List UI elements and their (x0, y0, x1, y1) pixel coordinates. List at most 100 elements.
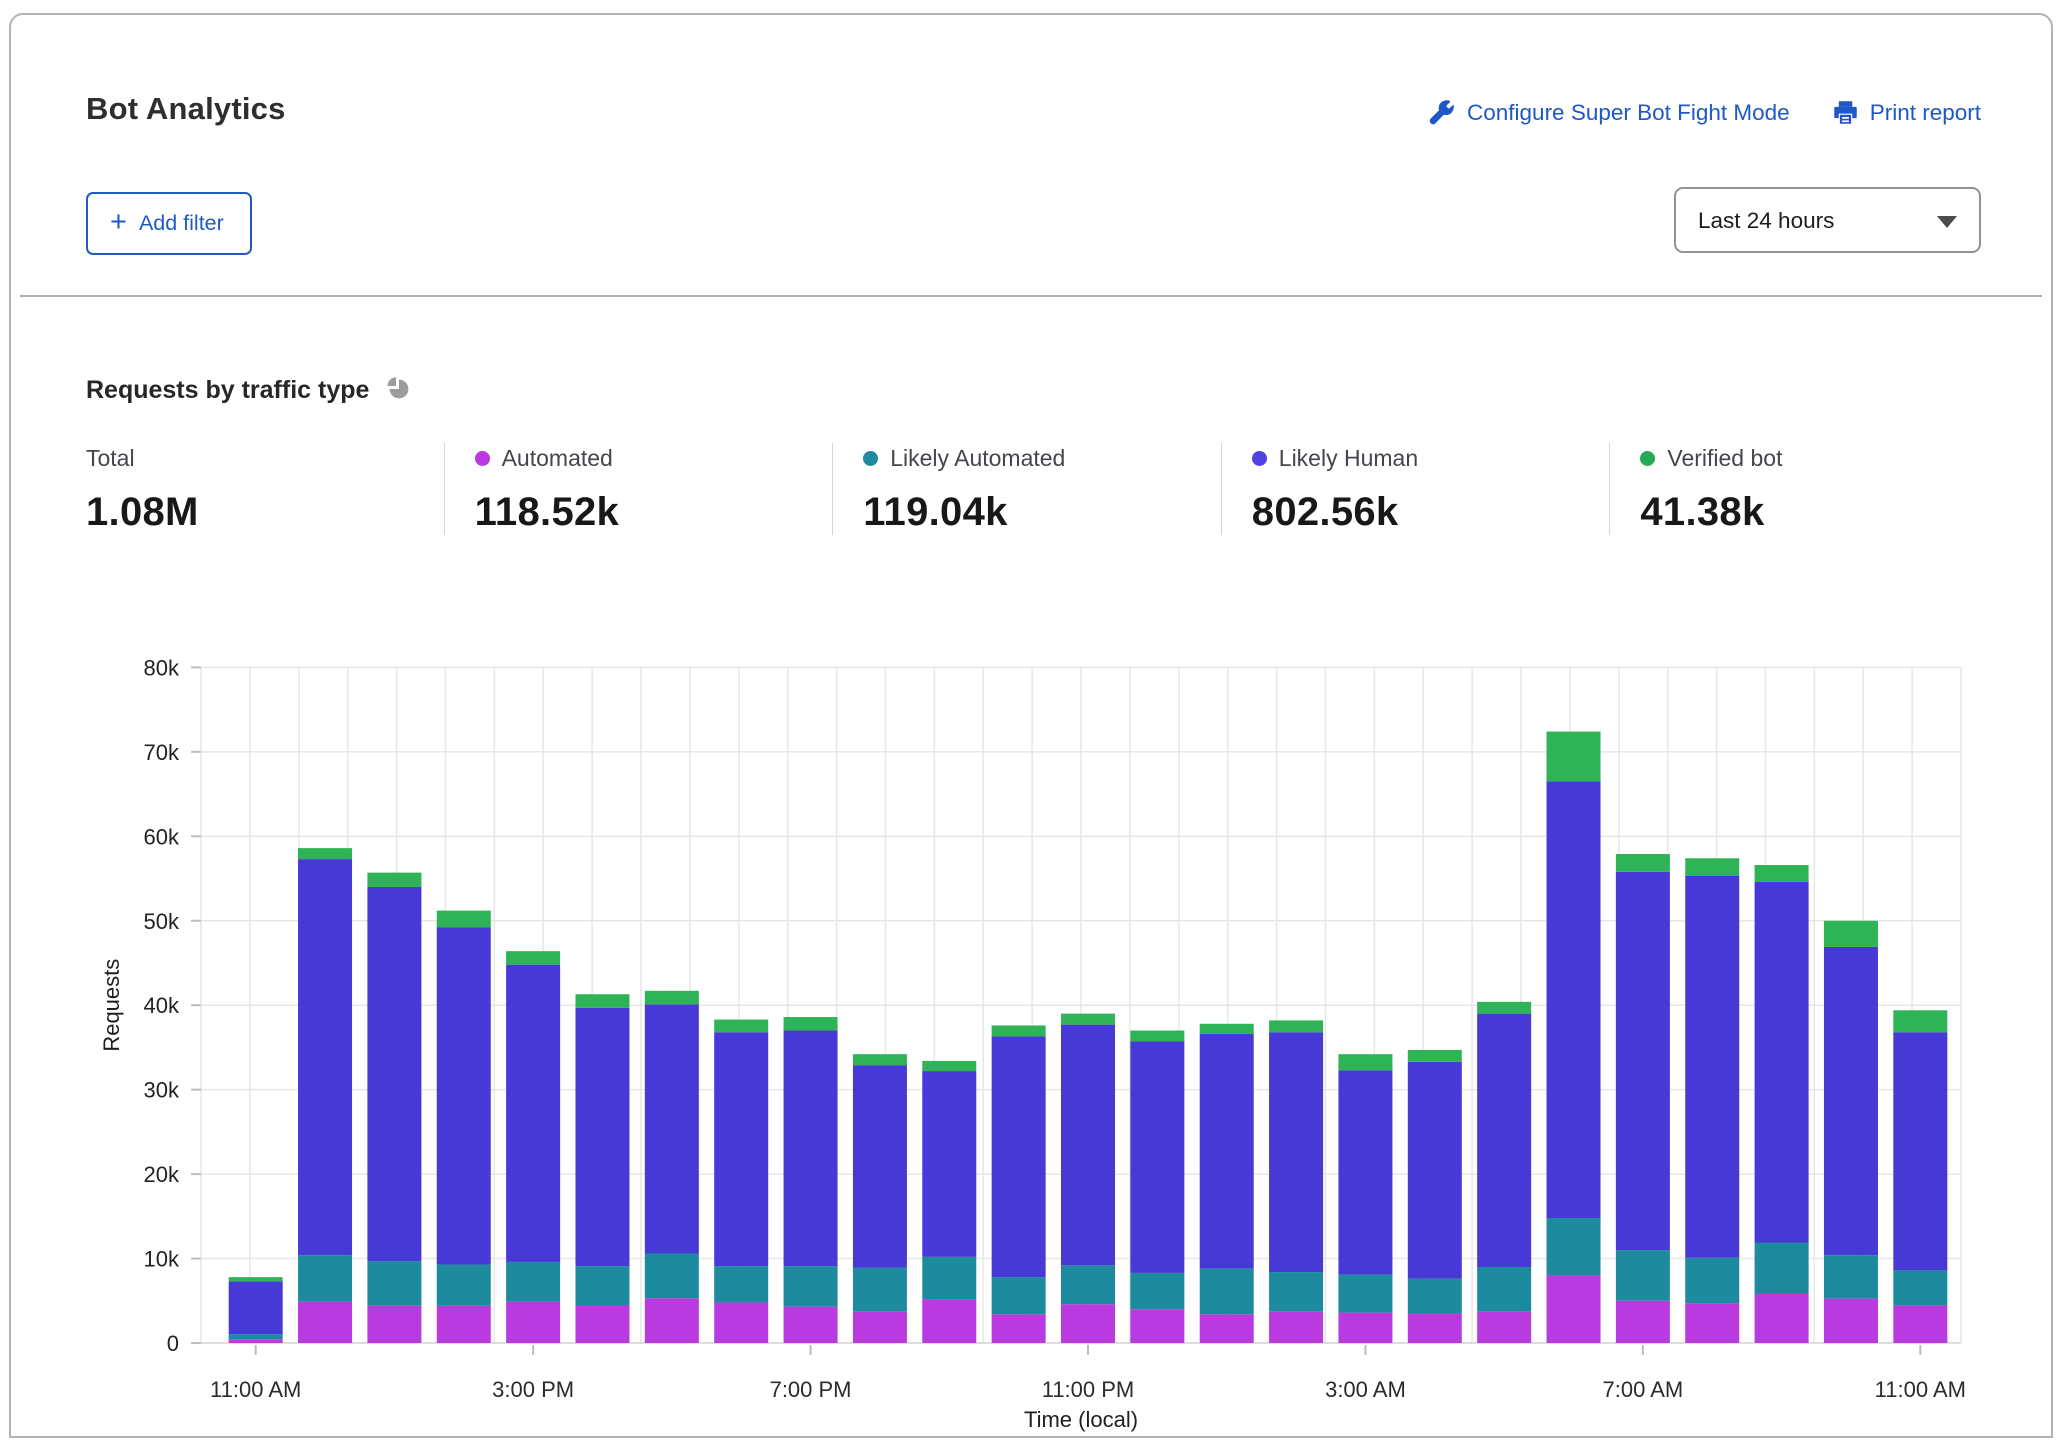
bar-segment-likely-automated (1755, 1243, 1809, 1295)
y-tick-label: 20k (144, 1162, 180, 1187)
bar-segment-verified-bot (1130, 1031, 1184, 1042)
legend-dot (863, 451, 878, 466)
bar-segment-likely-human (1061, 1025, 1115, 1266)
bar-segment-automated (1477, 1312, 1531, 1343)
stat-value: 41.38k (1640, 490, 1998, 535)
bar-segment-verified-bot (1824, 921, 1878, 947)
bar-segment-automated (1755, 1294, 1809, 1343)
bar-segment-likely-automated (1338, 1275, 1392, 1313)
bar-segment-likely-human (853, 1065, 907, 1268)
add-filter-label: Add filter (139, 211, 224, 236)
stat-value: 119.04k (863, 490, 1221, 535)
bar-segment-verified-bot (298, 848, 352, 859)
y-tick-label: 70k (144, 740, 180, 765)
stat-column: Likely Automated 119.04k (832, 443, 1221, 535)
bar-segment-verified-bot (575, 994, 629, 1008)
bar-segment-likely-automated (922, 1257, 976, 1299)
bar-segment-verified-bot (1269, 1020, 1323, 1032)
stat-column: Likely Human 802.56k (1221, 443, 1610, 535)
bar-segment-automated (1824, 1299, 1878, 1343)
add-filter-button[interactable]: + Add filter (86, 192, 252, 255)
stat-label: Automated (502, 445, 613, 472)
bar-segment-automated (1269, 1312, 1323, 1343)
stat-label: Likely Human (1279, 445, 1418, 472)
bar-segment-automated (714, 1302, 768, 1343)
bar-segment-likely-automated (506, 1262, 560, 1302)
bar-segment-automated (1893, 1305, 1947, 1343)
stat-column: Total 1.08M (86, 443, 444, 535)
bar-segment-likely-automated (1130, 1273, 1184, 1309)
bar-segment-verified-bot (1338, 1054, 1392, 1070)
x-tick-label: 3:00 PM (492, 1377, 574, 1402)
bar-segment-likely-human (1408, 1062, 1462, 1279)
stat-column: Automated 118.52k (444, 443, 833, 535)
bar-segment-verified-bot (784, 1017, 838, 1031)
printer-icon (1832, 99, 1859, 126)
stat-value: 118.52k (475, 490, 833, 535)
print-link-label: Print report (1870, 100, 1981, 126)
bar-segment-likely-human (645, 1004, 699, 1253)
bar-segment-automated (575, 1305, 629, 1343)
bar-segment-likely-human (1547, 781, 1601, 1218)
bar-segment-likely-automated (992, 1277, 1046, 1314)
legend-dot (1640, 451, 1655, 466)
bar-segment-likely-human (367, 887, 421, 1261)
time-range-select[interactable]: Last 24 hours (1674, 187, 1981, 253)
plus-icon: + (110, 208, 127, 237)
bar-segment-verified-bot (229, 1277, 283, 1281)
header-divider (20, 295, 2042, 297)
configure-super-bot-fight-mode-link[interactable]: Configure Super Bot Fight Mode (1429, 99, 1790, 126)
time-range-dropdown: Last 24 hours (1674, 187, 1981, 253)
bar-segment-likely-human (1338, 1070, 1392, 1274)
bar-segment-likely-human (1269, 1032, 1323, 1272)
x-tick-label: 11:00 AM (1875, 1377, 1966, 1402)
bar-segment-likely-human (784, 1031, 838, 1267)
print-report-link[interactable]: Print report (1832, 99, 1981, 126)
bar-segment-verified-bot (506, 951, 560, 965)
y-axis-title: Requests (99, 959, 124, 1052)
bar-segment-verified-bot (1061, 1014, 1115, 1025)
page-title: Bot Analytics (86, 91, 286, 127)
bar-segment-automated (367, 1306, 421, 1343)
bar-segment-likely-automated (1408, 1279, 1462, 1314)
bar-segment-automated (1616, 1301, 1670, 1343)
section-title: Requests by traffic type (86, 376, 369, 405)
bar-segment-likely-automated (853, 1268, 907, 1312)
x-axis-title: Time (local) (1024, 1407, 1138, 1432)
bar-segment-automated (506, 1302, 560, 1343)
bar-segment-likely-human (506, 965, 560, 1262)
bot-analytics-card: Bot Analytics Configure Super Bot Fight … (9, 13, 2053, 1438)
stat-value: 802.56k (1252, 490, 1610, 535)
header-actions: Configure Super Bot Fight Mode Print rep… (1429, 99, 1981, 126)
bar-segment-automated (922, 1299, 976, 1343)
y-tick-label: 10k (144, 1247, 180, 1272)
y-tick-label: 30k (144, 1078, 180, 1103)
bar-segment-likely-automated (1547, 1218, 1601, 1275)
bar-segment-verified-bot (922, 1061, 976, 1071)
x-tick-label: 11:00 AM (210, 1377, 301, 1402)
bar-segment-likely-human (298, 859, 352, 1255)
bar-segment-likely-human (1685, 876, 1739, 1258)
section-title-row: Requests by traffic type (86, 375, 411, 406)
bar-segment-verified-bot (437, 911, 491, 928)
bar-segment-verified-bot (714, 1020, 768, 1033)
requests-stacked-bar-chart: 010k20k30k40k50k60k70k80k11:00 AM3:00 PM… (11, 615, 2062, 1445)
bar-segment-verified-bot (1616, 854, 1670, 872)
stat-label: Likely Automated (890, 445, 1065, 472)
bar-segment-likely-automated (1824, 1255, 1878, 1298)
bar-segment-automated (298, 1302, 352, 1343)
bar-segment-verified-bot (1547, 732, 1601, 782)
bar-segment-verified-bot (1200, 1024, 1254, 1034)
bar-segment-verified-bot (853, 1054, 907, 1065)
bar-segment-likely-human (1616, 872, 1670, 1250)
bar-segment-verified-bot (1755, 865, 1809, 882)
stat-column: Verified bot 41.38k (1609, 443, 1998, 535)
bar-segment-automated (645, 1298, 699, 1343)
x-tick-label: 7:00 AM (1603, 1377, 1684, 1402)
bar-segment-verified-bot (1893, 1010, 1947, 1032)
bar-segment-likely-human (1755, 882, 1809, 1243)
wrench-icon (1429, 99, 1456, 126)
x-tick-label: 3:00 AM (1325, 1377, 1406, 1402)
stat-value: 1.08M (86, 490, 444, 535)
bar-segment-likely-automated (1685, 1258, 1739, 1304)
